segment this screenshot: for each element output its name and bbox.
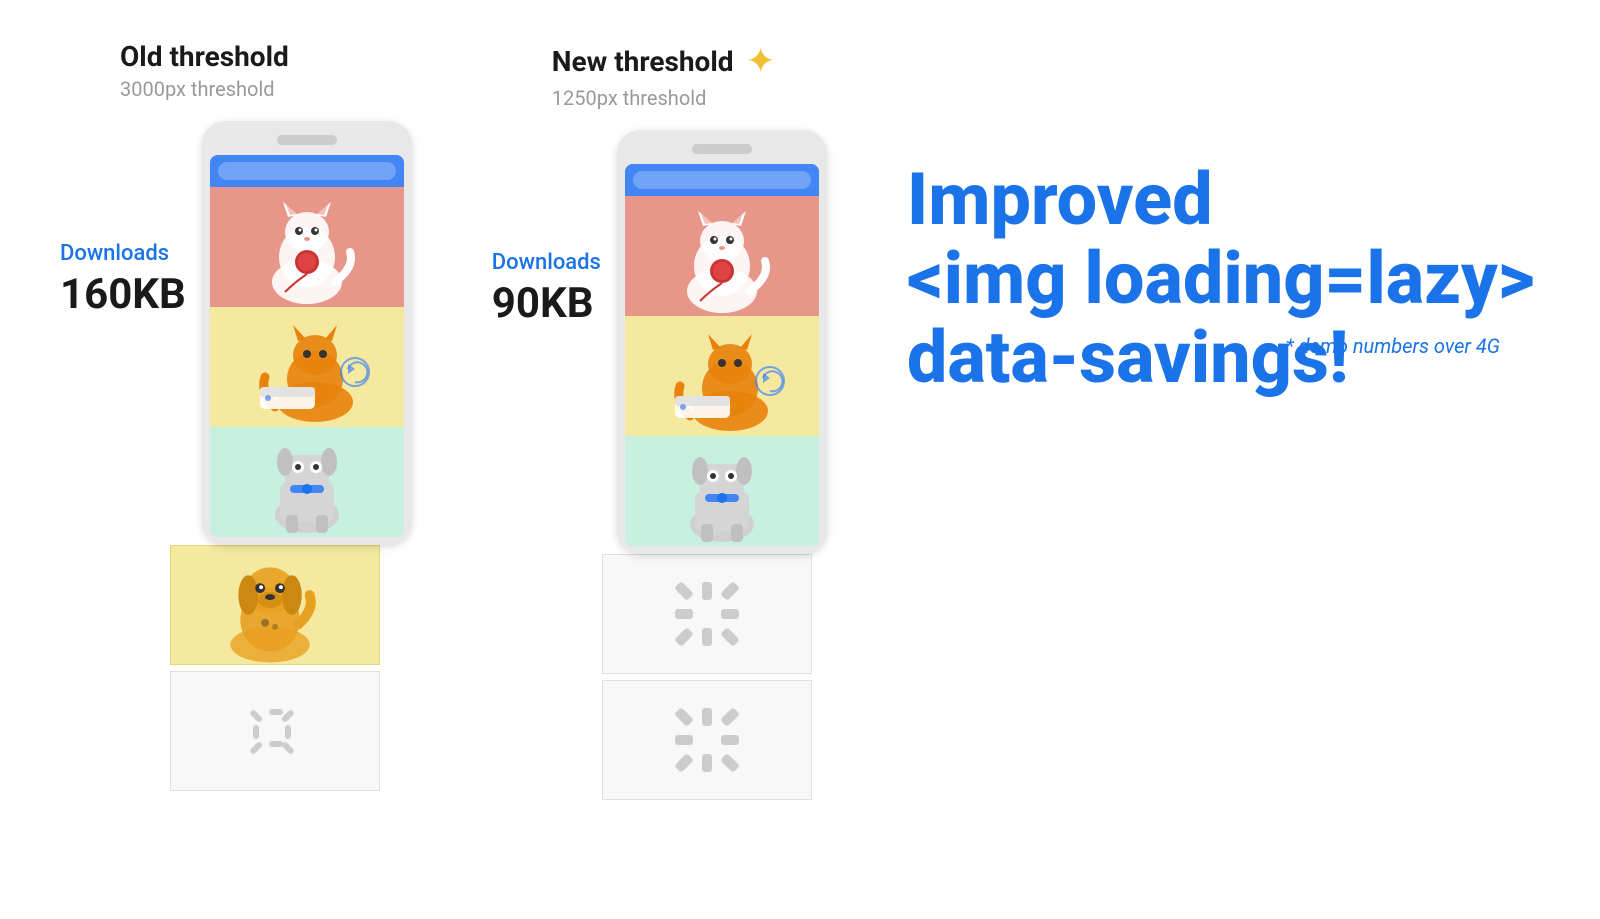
new-phone-device xyxy=(617,130,827,554)
old-below-cards xyxy=(170,545,380,797)
headline-line2: <img loading=lazy> xyxy=(907,239,1540,318)
main-container: Old threshold 3000px threshold Downloads… xyxy=(0,0,1600,919)
new-phone-notch xyxy=(692,144,752,154)
phone-content xyxy=(210,187,404,537)
new-cat-image-card xyxy=(625,196,819,316)
new-cat-svg xyxy=(625,196,819,316)
orange-cat-image-card xyxy=(210,307,404,427)
headline-line3: data-savings! xyxy=(907,318,1540,397)
cat-image-card xyxy=(210,187,404,307)
new-dog-mint-svg xyxy=(625,436,819,546)
old-phone-screen xyxy=(210,155,404,537)
new-downloads-text: Downloads xyxy=(492,250,601,275)
new-loading-card-2 xyxy=(602,680,812,800)
new-title-row: New threshold ✦ xyxy=(552,40,776,82)
old-loading-card xyxy=(170,671,380,791)
new-url-bar xyxy=(633,171,811,189)
new-orange-cat-card xyxy=(625,316,819,436)
dog-mint-image-card xyxy=(210,427,404,537)
phone-notch xyxy=(277,135,337,145)
browser-bar xyxy=(210,155,404,187)
new-phone-wrapper: Downloads 90KB xyxy=(492,130,827,554)
new-dog-mint-card xyxy=(625,436,819,546)
new-orange-cat-svg xyxy=(625,316,819,436)
new-phone-content xyxy=(625,196,819,546)
old-threshold-header: Old threshold 3000px threshold xyxy=(60,40,289,101)
new-loading-card-1 xyxy=(602,554,812,674)
old-downloads-size: 160KB xyxy=(60,270,186,319)
new-below-cards xyxy=(602,554,812,806)
old-downloads-text: Downloads xyxy=(60,241,169,266)
headline: Improved <img loading=lazy> data-savings… xyxy=(907,160,1540,398)
new-downloads-size: 90KB xyxy=(492,279,594,328)
demo-note: * demo numbers over 4G xyxy=(1285,334,1500,358)
sparkle-icon: ✦ xyxy=(746,40,776,82)
loading-spinner xyxy=(253,709,297,753)
old-threshold-column: Old threshold 3000px threshold Downloads… xyxy=(60,40,412,806)
old-phone-wrapper: Downloads 160KB xyxy=(60,121,412,545)
old-threshold-subtitle: 3000px threshold xyxy=(120,77,289,101)
new-downloads-label: Downloads 90KB xyxy=(492,130,601,328)
new-threshold-column: New threshold ✦ 1250px threshold Downloa… xyxy=(492,40,827,806)
dog-mint-svg xyxy=(210,427,404,537)
new-threshold-subtitle: 1250px threshold xyxy=(552,86,776,110)
cat-svg xyxy=(210,187,404,307)
new-browser-bar xyxy=(625,164,819,196)
orange-cat-svg xyxy=(210,307,404,427)
old-threshold-title: Old threshold xyxy=(120,40,289,73)
yellow-dog-svg xyxy=(171,545,379,665)
yellow-dog-card xyxy=(170,545,380,665)
right-section: Improved <img loading=lazy> data-savings… xyxy=(827,40,1540,398)
new-phone-screen xyxy=(625,164,819,546)
old-phone-device xyxy=(202,121,412,545)
url-bar xyxy=(218,162,396,180)
new-threshold-header: New threshold ✦ 1250px threshold xyxy=(492,40,776,110)
new-threshold-title: New threshold xyxy=(552,45,734,78)
headline-line1: Improved xyxy=(907,160,1540,239)
phones-section: Old threshold 3000px threshold Downloads… xyxy=(60,40,827,806)
old-downloads-label: Downloads 160KB xyxy=(60,121,186,319)
